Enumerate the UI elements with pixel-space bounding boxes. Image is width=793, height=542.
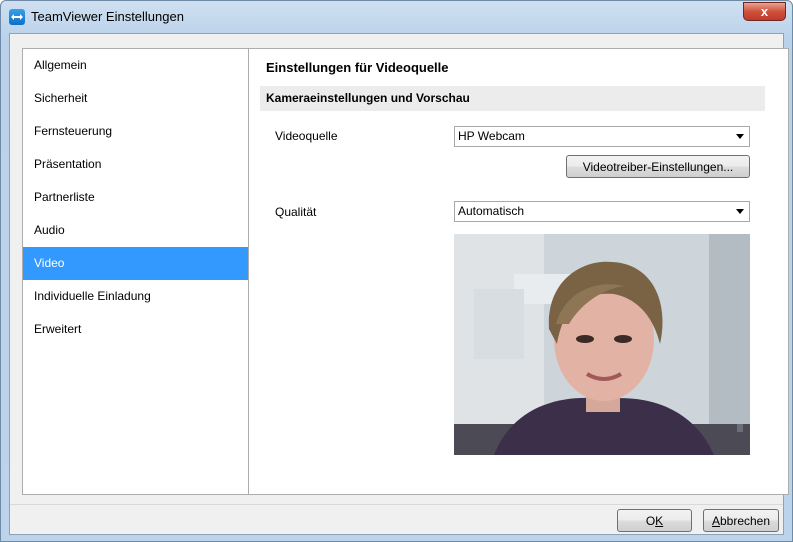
cancel-button-label: Abbrechen xyxy=(711,513,771,528)
close-window-button[interactable]: x xyxy=(743,2,786,21)
video-source-value: HP Webcam xyxy=(458,129,525,143)
window-title: TeamViewer Einstellungen xyxy=(31,9,184,24)
footer-divider xyxy=(10,504,783,505)
sidebar-item-audio[interactable]: Audio xyxy=(23,214,248,247)
sidebar-item-video[interactable]: Video xyxy=(23,247,248,280)
video-source-label: Videoquelle xyxy=(275,129,338,143)
cancel-button[interactable]: Abbrechen xyxy=(703,509,779,532)
settings-category-list: Allgemein Sicherheit Fernsteuerung Präse… xyxy=(22,48,249,495)
sidebar-item-fernsteuerung[interactable]: Fernsteuerung xyxy=(23,115,248,148)
quality-label: Qualität xyxy=(275,205,317,219)
sidebar-item-partnerliste[interactable]: Partnerliste xyxy=(23,181,248,214)
quality-value: Automatisch xyxy=(458,204,525,218)
webcam-preview xyxy=(454,234,750,455)
ok-button[interactable]: OK xyxy=(617,509,692,532)
section-header: Kameraeinstellungen und Vorschau xyxy=(260,86,765,111)
sidebar-item-erweitert[interactable]: Erweitert xyxy=(23,313,248,346)
webcam-preview-image xyxy=(454,234,750,455)
quality-dropdown[interactable]: Automatisch xyxy=(454,201,750,222)
title-bar[interactable]: TeamViewer Einstellungen x xyxy=(1,1,792,33)
panel-title: Einstellungen für Videoquelle xyxy=(266,60,449,75)
video-driver-settings-button[interactable]: Videotreiber-Einstellungen... xyxy=(566,155,750,178)
dialog-body: Allgemein Sicherheit Fernsteuerung Präse… xyxy=(9,33,789,535)
sidebar-item-allgemein[interactable]: Allgemein xyxy=(23,49,248,82)
sidebar-item-praesentation[interactable]: Präsentation xyxy=(23,148,248,181)
sidebar-item-sicherheit[interactable]: Sicherheit xyxy=(23,82,248,115)
chevron-down-icon xyxy=(736,134,744,139)
ok-button-label: OK xyxy=(645,513,664,528)
settings-window: TeamViewer Einstellungen x Allgemein Sic… xyxy=(0,0,793,542)
close-icon: x xyxy=(760,4,769,19)
sidebar-item-individuelle-einladung[interactable]: Individuelle Einladung xyxy=(23,280,248,313)
teamviewer-app-icon xyxy=(9,9,25,25)
video-source-dropdown[interactable]: HP Webcam xyxy=(454,126,750,147)
video-settings-panel: Einstellungen für Videoquelle Kameraeins… xyxy=(248,48,789,495)
chevron-down-icon xyxy=(736,209,744,214)
